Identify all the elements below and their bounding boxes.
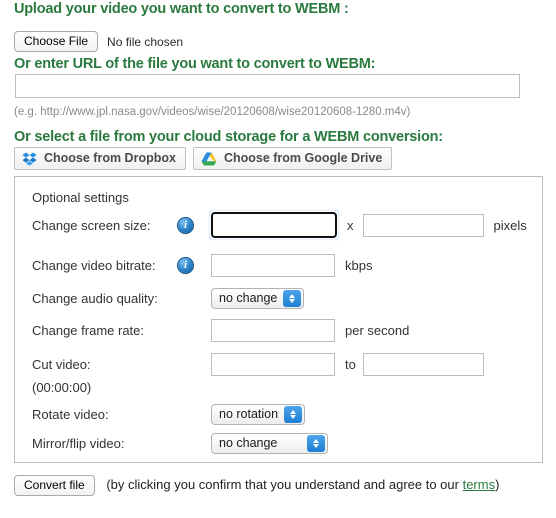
row-cut-video: Cut video: to <box>32 352 484 376</box>
video-bitrate-input[interactable] <box>211 253 335 277</box>
change-audio-quality-label: Change audio quality: <box>32 290 158 306</box>
google-drive-icon <box>201 151 217 166</box>
mirror-flip-video-label: Mirror/flip video: <box>32 435 125 451</box>
row-change-screen-size: Change screen size: i x pixels <box>32 211 527 239</box>
audio-quality-select[interactable]: no change <box>211 287 305 309</box>
screen-size-separator: x <box>347 217 354 233</box>
rotate-video-label: Rotate video: <box>32 406 109 422</box>
row-change-video-bitrate: Change video bitrate: i kbps <box>32 253 372 277</box>
audio-quality-selected-value: no change <box>219 291 278 305</box>
file-upload-row: Choose File No file chosen <box>14 31 183 52</box>
screen-height-input[interactable] <box>362 213 484 237</box>
choose-file-button[interactable]: Choose File <box>14 31 99 52</box>
row-rotate-video: Rotate video: no rotation <box>32 402 306 426</box>
mirror-flip-stepper-arrows-icon <box>307 435 325 452</box>
video-bitrate-info-icon[interactable]: i <box>178 257 193 273</box>
row-change-audio-quality: Change audio quality: no change <box>32 286 305 310</box>
cut-video-separator: to <box>345 356 356 372</box>
rotate-video-select[interactable]: no rotation <box>211 403 306 425</box>
choose-from-dropbox-button[interactable]: Choose from Dropbox <box>14 147 186 170</box>
convert-file-button[interactable]: Convert file <box>14 475 95 497</box>
row-mirror-flip-video: Mirror/flip video: no change <box>32 431 328 455</box>
video-bitrate-unit-label: kbps <box>345 257 373 273</box>
form-footer: Convert file (by clicking you confirm th… <box>14 474 544 497</box>
cloud-heading: Or select a file from your cloud storage… <box>14 129 443 145</box>
upload-heading: Upload your video you want to convert to… <box>14 1 349 17</box>
terms-link[interactable]: terms <box>463 477 496 492</box>
screen-size-unit-label: pixels <box>493 217 527 233</box>
cut-video-time-format-note: (00:00:00) <box>32 380 92 395</box>
mirror-flip-selected-value: no change <box>219 436 278 450</box>
dropbox-button-label: Choose from Dropbox <box>44 151 176 165</box>
audio-quality-stepper-arrows-icon <box>283 290 302 307</box>
change-frame-rate-label: Change frame rate: <box>32 322 145 338</box>
terms-prefix: (by clicking you confirm that you unders… <box>106 477 463 492</box>
frame-rate-input[interactable] <box>211 318 335 342</box>
cloud-buttons-row: Choose from Dropbox Choose from Google D… <box>14 147 393 170</box>
screen-size-info-icon[interactable]: i <box>178 217 193 233</box>
file-status-label: No file chosen <box>107 34 184 49</box>
frame-rate-unit-label: per second <box>345 322 410 338</box>
cut-video-start-input[interactable] <box>211 352 335 376</box>
cut-video-label: Cut video: <box>32 356 91 372</box>
mirror-flip-video-select[interactable]: no change <box>211 432 328 454</box>
row-change-frame-rate: Change frame rate: per second <box>32 318 409 342</box>
optional-settings-panel: Optional settings Change screen size: i … <box>14 176 543 463</box>
change-video-bitrate-label: Change video bitrate: <box>32 257 156 273</box>
url-heading: Or enter URL of the file you want to con… <box>14 56 376 72</box>
rotate-video-selected-value: no rotation <box>219 407 279 421</box>
screen-width-input[interactable] <box>210 211 338 239</box>
url-hint-text: (e.g. http://www.jpl.nasa.gov/videos/wis… <box>14 106 411 118</box>
optional-settings-title: Optional settings <box>32 190 129 205</box>
choose-from-google-drive-button[interactable]: Choose from Google Drive <box>192 147 393 170</box>
terms-suffix: ) <box>495 477 500 492</box>
gdrive-button-label: Choose from Google Drive <box>223 151 383 165</box>
change-screen-size-label: Change screen size: <box>32 217 151 233</box>
rotate-video-stepper-arrows-icon <box>284 406 303 423</box>
cut-video-end-input[interactable] <box>362 352 484 376</box>
dropbox-icon <box>22 152 37 166</box>
url-input[interactable] <box>15 74 520 98</box>
terms-agreement-text: (by clicking you confirm that you unders… <box>106 477 499 492</box>
